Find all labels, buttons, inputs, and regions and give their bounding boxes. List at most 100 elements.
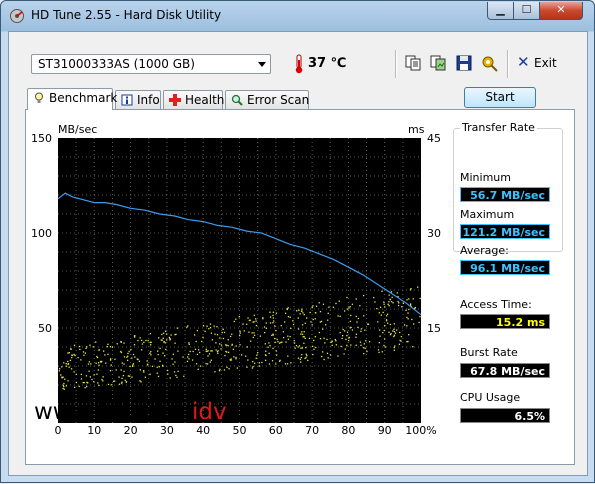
access-time-point	[272, 322, 274, 324]
access-time-point	[223, 369, 226, 371]
access-time-point	[314, 336, 316, 338]
y-right-tick-label: 45	[427, 132, 441, 145]
access-time-point	[188, 342, 190, 344]
access-time-point	[402, 302, 405, 304]
access-time-point	[125, 381, 127, 383]
access-time-point	[388, 294, 390, 296]
access-time-point	[349, 320, 352, 323]
access-time-point	[207, 350, 209, 352]
access-time-point	[379, 335, 381, 337]
access-time-point	[311, 306, 313, 309]
access-time-point	[269, 311, 271, 313]
watermark-part: idv	[192, 399, 225, 425]
access-time-point	[355, 315, 357, 318]
access-time-point	[129, 365, 131, 368]
access-time-point	[151, 365, 154, 367]
access-time-point	[206, 325, 208, 327]
access-time-point	[239, 344, 241, 346]
access-time-point	[290, 362, 292, 364]
access-time-point	[73, 371, 75, 373]
access-time-point	[418, 321, 420, 324]
access-time-point	[273, 320, 275, 322]
burst-rate-value: 67.8 MB/sec	[460, 363, 550, 378]
access-time-point	[302, 336, 304, 338]
access-time-point	[93, 374, 95, 376]
watermark-part: .tw	[224, 399, 260, 425]
access-time-point	[228, 368, 230, 370]
access-time-point	[355, 333, 358, 335]
access-time-point	[275, 329, 277, 332]
access-time-point	[107, 383, 110, 386]
access-time-point	[304, 322, 306, 324]
access-time-point	[187, 353, 190, 356]
access-time-point	[383, 329, 385, 332]
access-time-point	[216, 351, 219, 353]
access-time-point	[390, 291, 393, 293]
access-time-point	[210, 332, 213, 334]
access-time-point	[146, 360, 148, 362]
access-time-point	[209, 361, 211, 363]
access-time-point	[347, 308, 349, 310]
tab-benchmark[interactable]: Benchmark	[27, 88, 117, 110]
access-time-point	[263, 326, 266, 328]
access-time-point	[134, 356, 136, 358]
access-time-point	[320, 320, 323, 323]
access-time-point	[121, 362, 123, 364]
access-time-point	[274, 341, 276, 343]
access-time-point	[345, 338, 347, 341]
access-time-point	[97, 369, 99, 371]
access-time-point	[71, 354, 73, 356]
access-time-point	[75, 381, 78, 384]
access-time-point	[360, 330, 362, 333]
access-time-point	[348, 336, 351, 339]
y-axis-left-label: MB/sec	[58, 123, 97, 136]
access-time-point	[195, 363, 198, 365]
access-time-point	[149, 373, 151, 375]
access-time-point	[374, 301, 376, 303]
access-time-point	[195, 340, 197, 343]
access-time-point	[319, 338, 322, 340]
access-time-point	[114, 358, 116, 360]
access-time-point	[157, 375, 160, 378]
access-time-point	[327, 357, 329, 359]
access-time-point	[93, 380, 95, 383]
access-time-point	[118, 376, 120, 378]
access-time-point	[90, 363, 92, 365]
access-time-point	[255, 324, 258, 327]
access-time-point	[101, 378, 103, 381]
access-time-point	[87, 382, 89, 384]
access-time-point	[161, 333, 163, 336]
access-time-point	[340, 345, 342, 348]
access-time-point	[409, 303, 412, 305]
start-button[interactable]: Start	[464, 87, 536, 108]
access-time-point	[215, 342, 217, 344]
access-time-point	[110, 364, 112, 366]
access-time-point	[253, 321, 255, 323]
access-time-point	[408, 308, 410, 311]
access-time-point	[322, 303, 325, 305]
access-time-point	[384, 306, 386, 308]
access-time-point	[98, 349, 100, 351]
access-time-point	[187, 356, 189, 358]
access-time-point	[355, 298, 357, 300]
access-time-point	[197, 349, 200, 351]
access-time-point	[403, 324, 406, 326]
access-time-point	[136, 358, 138, 360]
access-time-point	[247, 359, 249, 361]
access-time-point	[272, 334, 274, 336]
access-time-point	[412, 346, 414, 348]
access-time-point	[65, 363, 67, 365]
access-time-point	[335, 302, 337, 305]
access-time-point	[272, 317, 275, 319]
access-time-point	[307, 359, 309, 362]
access-time-point	[293, 339, 295, 342]
access-time-point	[406, 325, 408, 327]
access-time-point	[285, 341, 287, 343]
access-time-point	[289, 335, 291, 338]
x-tick-label: 50	[233, 424, 247, 437]
access-time-point	[89, 376, 92, 378]
access-time-point	[312, 353, 314, 356]
access-time-point	[132, 365, 134, 367]
access-time-point	[397, 300, 399, 303]
access-time-point	[95, 362, 97, 364]
